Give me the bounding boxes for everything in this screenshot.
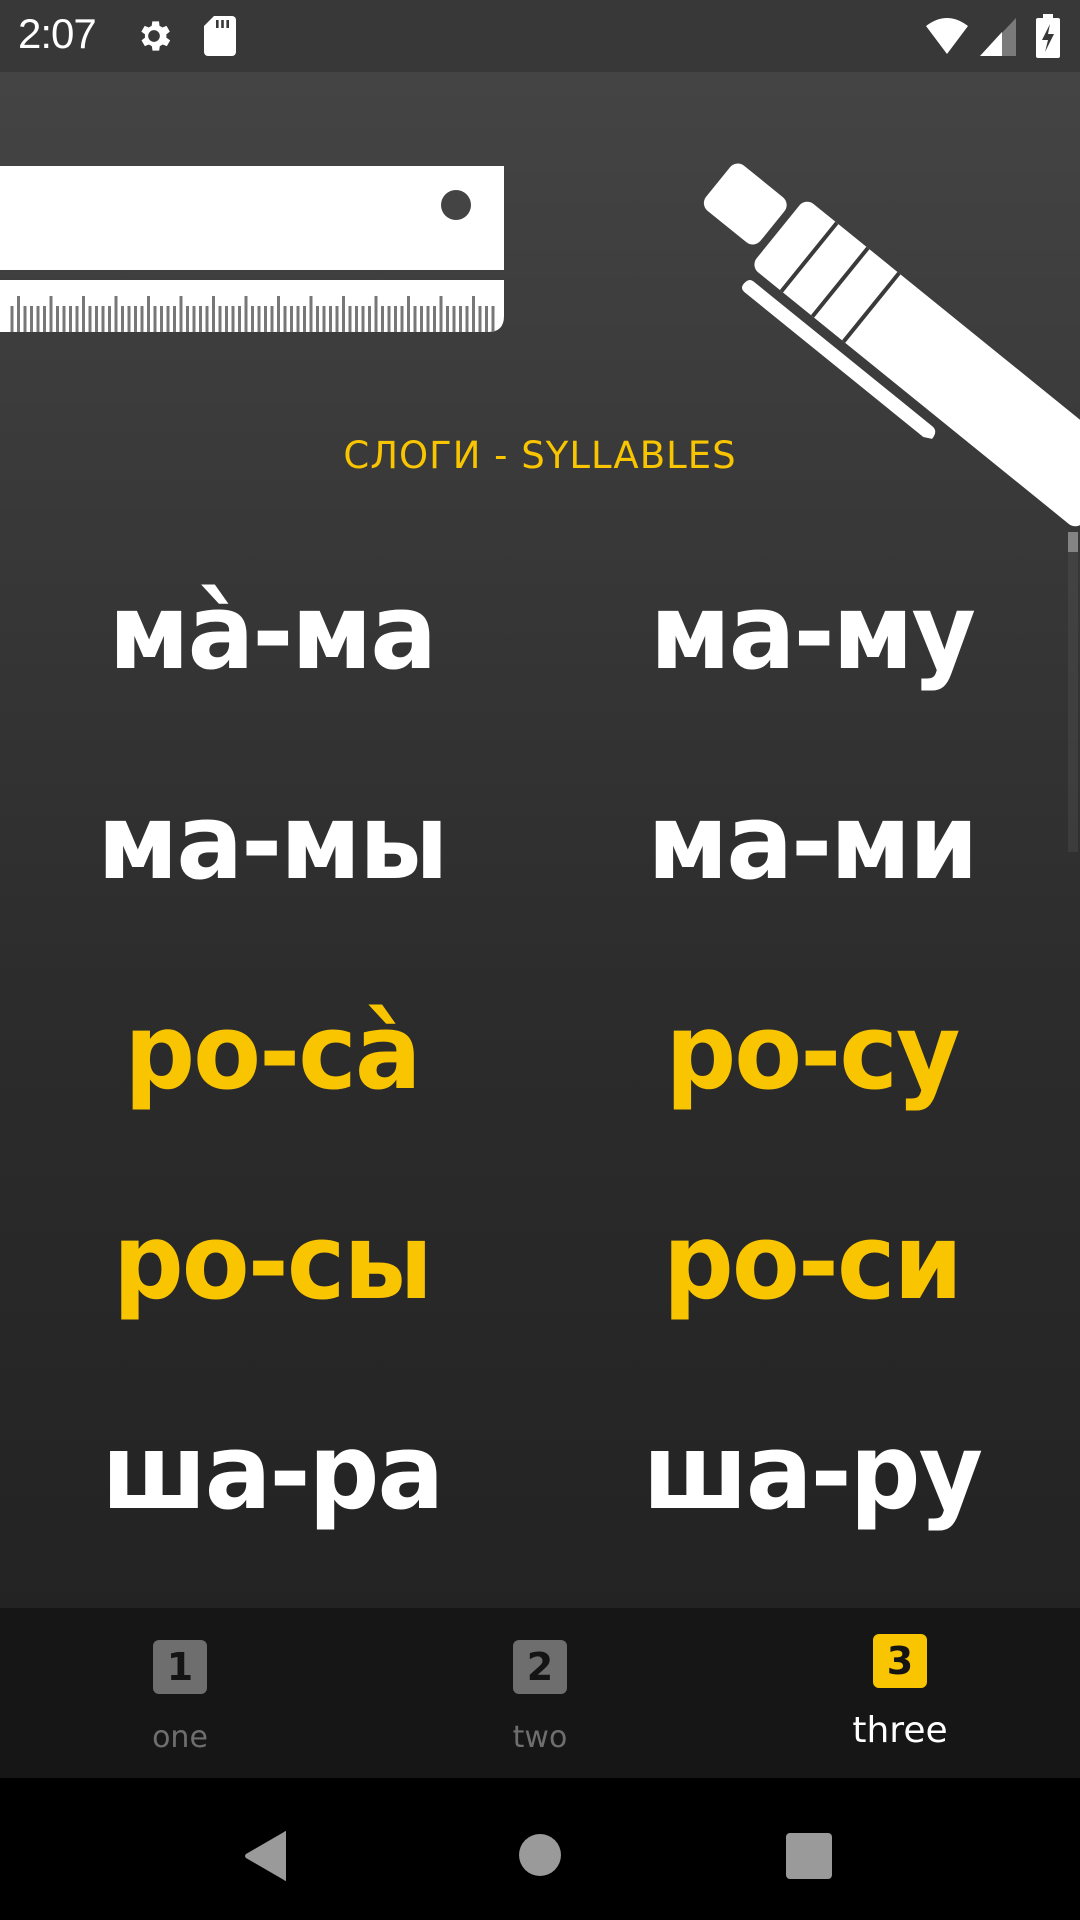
bottom-navigation: 1 one 2 two 3 three xyxy=(0,1608,1080,1778)
status-time: 2:07 xyxy=(18,10,97,57)
tab-badge-3-icon: 3 xyxy=(873,1634,927,1688)
battery-charging-icon xyxy=(1036,14,1060,63)
tab-label: two xyxy=(512,1720,568,1755)
scrollbar-track[interactable] xyxy=(1068,532,1078,852)
tab-three[interactable]: 3 three xyxy=(720,1608,1080,1778)
tab-badge-1-icon: 1 xyxy=(153,1640,207,1694)
syllable-item[interactable]: ша-ру xyxy=(556,1412,1069,1532)
section-title: СЛОГИ - SYLLABLES xyxy=(343,434,737,477)
tab-one[interactable]: 1 one xyxy=(0,1608,360,1778)
syllable-item[interactable]: ро-сы xyxy=(16,1202,529,1322)
back-icon[interactable] xyxy=(244,1830,288,1887)
syllable-item[interactable]: ша-ра xyxy=(16,1412,529,1532)
syllable-item[interactable]: ро-си xyxy=(556,1202,1069,1322)
status-bar: 2:07 xyxy=(0,0,1080,72)
tab-badge-2-icon: 2 xyxy=(513,1640,567,1694)
syllable-item[interactable]: ро-су xyxy=(556,992,1069,1112)
tab-label: one xyxy=(152,1720,208,1755)
syllable-item[interactable]: ма-мы xyxy=(16,782,529,902)
wifi-icon xyxy=(924,16,970,61)
ruler-icon xyxy=(0,166,510,341)
syllable-item[interactable]: ма-му xyxy=(556,572,1069,692)
gear-icon xyxy=(134,16,174,61)
syllable-item[interactable]: ро-сà xyxy=(16,992,529,1112)
syllable-item[interactable]: ма-ми xyxy=(556,782,1069,902)
syllables-screen: СЛОГИ - SYLLABLES мà-ма ма-му ма-мы ма-м… xyxy=(0,72,1080,1608)
home-icon[interactable] xyxy=(519,1834,561,1881)
recents-icon[interactable] xyxy=(786,1833,832,1884)
cell-signal-icon xyxy=(980,18,1016,61)
tab-two[interactable]: 2 two xyxy=(360,1608,720,1778)
sd-card-icon xyxy=(204,16,236,61)
system-navigation-bar xyxy=(0,1778,1080,1920)
syllable-item[interactable]: мà-ма xyxy=(16,572,529,692)
scrollbar-thumb[interactable] xyxy=(1068,532,1078,552)
tab-label: three xyxy=(852,1710,948,1751)
